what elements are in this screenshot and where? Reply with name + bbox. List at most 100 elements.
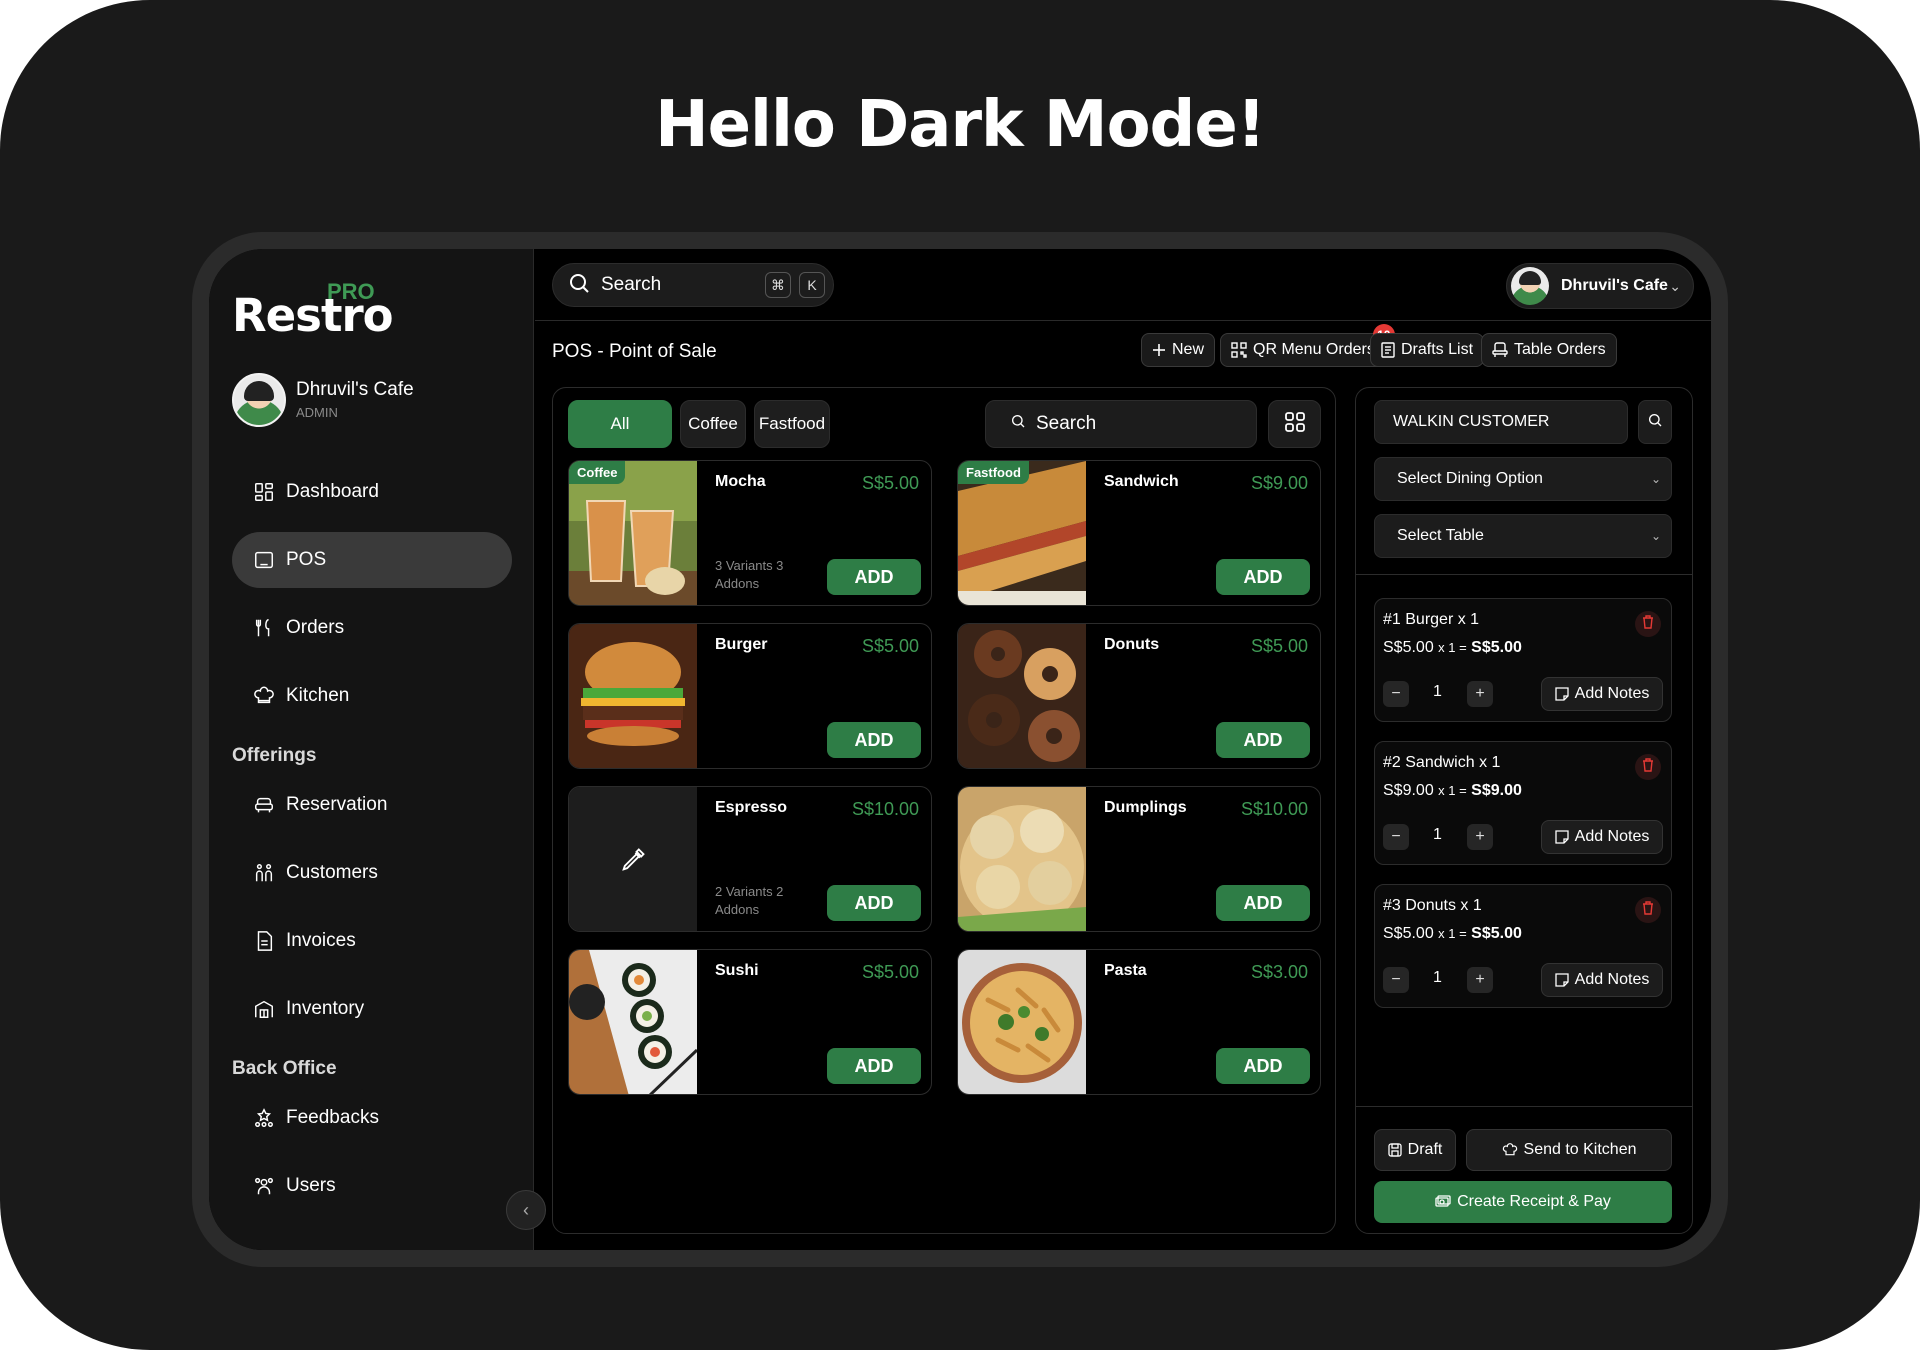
add-notes-label: Add Notes bbox=[1574, 828, 1650, 845]
cart-item-title: #2 Sandwich x 1 bbox=[1383, 754, 1501, 771]
send-to-kitchen-button[interactable]: Send to Kitchen bbox=[1466, 1129, 1672, 1171]
add-notes-button[interactable]: Add Notes bbox=[1541, 820, 1663, 854]
cart-item-title: #3 Donuts x 1 bbox=[1383, 897, 1482, 914]
cart-panel: WALKIN CUSTOMER Select Dining Option ⌄ S… bbox=[1355, 387, 1693, 1234]
add-button[interactable]: ADD bbox=[827, 885, 921, 921]
sidebar-item-label: Kitchen bbox=[286, 685, 350, 706]
sidebar-item-inventory[interactable]: Inventory bbox=[232, 981, 512, 1037]
add-button[interactable]: ADD bbox=[1216, 1048, 1310, 1084]
sidebar-item-label: Orders bbox=[286, 617, 345, 638]
divider bbox=[1356, 1106, 1692, 1107]
product-card-dumplings[interactable]: Dumplings S$10.00 ADD bbox=[957, 786, 1321, 932]
sidebar-item-orders[interactable]: Orders bbox=[232, 600, 512, 656]
chevron-left-icon: ‹ bbox=[523, 1199, 529, 1220]
new-order-button[interactable]: New bbox=[1141, 333, 1216, 367]
cart-item: #2 Sandwich x 1 S$9.00 x 1 = S$9.00 − 1 … bbox=[1374, 741, 1672, 865]
category-tag: Coffee bbox=[569, 461, 626, 484]
filter-coffee[interactable]: Coffee bbox=[680, 400, 746, 448]
increase-qty-button[interactable]: + bbox=[1467, 967, 1493, 993]
add-button[interactable]: ADD bbox=[827, 559, 921, 595]
add-notes-button[interactable]: Add Notes bbox=[1541, 677, 1663, 711]
sidebar-item-dashboard[interactable]: Dashboard bbox=[232, 464, 512, 520]
multiplier: x 1 = bbox=[1438, 783, 1467, 798]
sidebar-item-users[interactable]: Users bbox=[232, 1158, 512, 1214]
profile-role: ADMIN bbox=[296, 405, 338, 420]
table-orders-label: Table Orders bbox=[1514, 341, 1606, 358]
divider bbox=[1356, 574, 1692, 575]
dining-option-select[interactable]: Select Dining Option ⌄ bbox=[1374, 457, 1672, 501]
sidebar-item-pos[interactable]: POS bbox=[232, 532, 512, 588]
qr-menu-orders-button[interactable]: QR Menu Orders 10 bbox=[1220, 324, 1395, 367]
trash-icon bbox=[1642, 900, 1654, 920]
product-price: S$5.00 bbox=[861, 962, 919, 982]
sidebar-item-feedbacks[interactable]: Feedbacks bbox=[232, 1090, 512, 1146]
add-button[interactable]: ADD bbox=[1216, 559, 1310, 595]
sidebar-item-invoices[interactable]: Invoices bbox=[232, 913, 512, 969]
delete-item-button[interactable] bbox=[1635, 611, 1661, 637]
product-search-input[interactable]: Search bbox=[985, 400, 1257, 448]
add-button[interactable]: ADD bbox=[827, 722, 921, 758]
sidebar-item-label: Dashboard bbox=[286, 481, 379, 502]
trash-icon bbox=[1642, 614, 1654, 634]
decrease-qty-button[interactable]: − bbox=[1383, 824, 1409, 850]
product-card-sushi[interactable]: Sushi S$5.00 ADD bbox=[568, 949, 932, 1095]
product-card-donuts[interactable]: Donuts S$5.00 ADD bbox=[957, 623, 1321, 769]
product-variants: 3 Variants 3 Addons bbox=[715, 558, 784, 591]
trash-icon bbox=[1642, 757, 1654, 777]
draft-button[interactable]: Draft bbox=[1374, 1129, 1456, 1171]
increase-qty-button[interactable]: + bbox=[1467, 681, 1493, 707]
create-receipt-pay-button[interactable]: Create Receipt & Pay bbox=[1374, 1181, 1672, 1223]
draft-label: Draft bbox=[1407, 1141, 1443, 1158]
product-card-sandwich[interactable]: Fastfood Sandwich S$9.00 ADD bbox=[957, 460, 1321, 606]
save-icon bbox=[1388, 1143, 1402, 1157]
add-button[interactable]: ADD bbox=[1216, 722, 1310, 758]
add-notes-label: Add Notes bbox=[1574, 685, 1650, 702]
plus-icon: + bbox=[1475, 971, 1485, 988]
note-icon bbox=[1554, 687, 1569, 701]
delete-item-button[interactable] bbox=[1635, 897, 1661, 923]
line-total: S$5.00 bbox=[1471, 639, 1522, 656]
customer-search-button[interactable] bbox=[1638, 400, 1672, 444]
product-price: S$5.00 bbox=[861, 636, 919, 656]
money-icon bbox=[1435, 1195, 1451, 1209]
account-switcher[interactable]: Dhruvil's Cafe ⌄ bbox=[1506, 263, 1694, 309]
qty-value: 1 bbox=[1433, 969, 1442, 986]
product-name: Dumplings bbox=[1104, 799, 1187, 816]
sidebar-item-kitchen[interactable]: Kitchen bbox=[232, 668, 512, 724]
global-search[interactable]: Search ⌘ K bbox=[552, 263, 834, 307]
add-button[interactable]: ADD bbox=[827, 1048, 921, 1084]
add-notes-button[interactable]: Add Notes bbox=[1541, 963, 1663, 997]
search-icon bbox=[1010, 413, 1026, 435]
product-card-espresso[interactable]: Espresso S$10.00 2 Variants 2 Addons ADD bbox=[568, 786, 932, 932]
brand-name: Restro bbox=[232, 289, 394, 342]
user-profile[interactable]: Dhruvil's Cafe ADMIN bbox=[232, 373, 512, 429]
tablet-bezel: PRO Restro Dhruvil's Cafe ADMIN Dashboar… bbox=[192, 232, 1728, 1267]
customers-icon bbox=[252, 861, 276, 885]
filter-all[interactable]: All bbox=[568, 400, 672, 448]
decrease-qty-button[interactable]: − bbox=[1383, 967, 1409, 993]
filter-fastfood[interactable]: Fastfood bbox=[754, 400, 830, 448]
product-card-mocha[interactable]: Coffee Mocha S$5.00 3 Variants 3 Addons … bbox=[568, 460, 932, 606]
product-card-burger[interactable]: Burger S$5.00 ADD bbox=[568, 623, 932, 769]
table-orders-button[interactable]: Table Orders bbox=[1481, 333, 1617, 367]
warehouse-icon bbox=[252, 997, 276, 1021]
section-back-office: Back Office bbox=[232, 1058, 337, 1079]
plus-icon: + bbox=[1475, 685, 1485, 702]
add-button[interactable]: ADD bbox=[1216, 885, 1310, 921]
drafts-list-button[interactable]: Drafts List bbox=[1370, 333, 1485, 367]
product-price: S$5.00 bbox=[861, 473, 919, 493]
product-card-pasta[interactable]: Pasta S$3.00 ADD bbox=[957, 949, 1321, 1095]
sidebar-item-customers[interactable]: Customers bbox=[232, 845, 512, 901]
table-select[interactable]: Select Table ⌄ bbox=[1374, 514, 1672, 558]
dumplings-image bbox=[958, 787, 1086, 931]
grid-view-button[interactable] bbox=[1268, 400, 1321, 448]
decrease-qty-button[interactable]: − bbox=[1383, 681, 1409, 707]
sidebar-item-reservation[interactable]: Reservation bbox=[232, 777, 512, 833]
donuts-image bbox=[958, 624, 1086, 768]
increase-qty-button[interactable]: + bbox=[1467, 824, 1493, 850]
chevron-down-icon: ⌄ bbox=[1669, 277, 1681, 294]
delete-item-button[interactable] bbox=[1635, 754, 1661, 780]
collapse-sidebar-button[interactable]: ‹ bbox=[506, 1190, 546, 1230]
customer-field[interactable]: WALKIN CUSTOMER bbox=[1374, 400, 1628, 444]
device-backdrop: Hello Dark Mode! PRO Restro Dhruvil's Ca… bbox=[0, 0, 1920, 1350]
